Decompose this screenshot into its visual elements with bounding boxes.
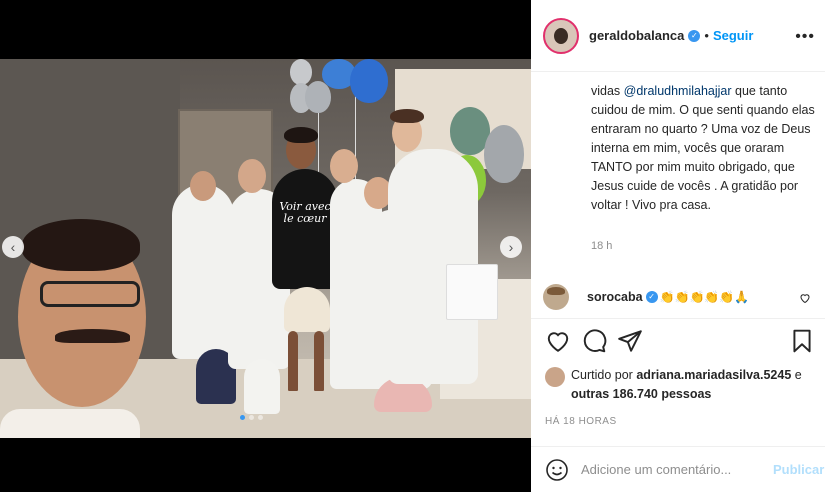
doctor-2-legs <box>244 359 280 414</box>
heart-icon[interactable] <box>545 328 571 354</box>
caption-text-start: vidas <box>591 84 624 98</box>
more-options-icon[interactable]: ••• <box>795 28 815 46</box>
post-caption: vidas @draludhmilahajjar que tanto cuido… <box>591 82 817 215</box>
balloon-blue <box>350 59 388 103</box>
patient-leg <box>314 331 324 391</box>
comment-avatar[interactable] <box>543 284 569 310</box>
patient-leg <box>288 331 298 391</box>
doctor-5-hair <box>390 109 424 123</box>
post-timestamp[interactable]: HÁ 18 HORAS <box>545 416 617 427</box>
doctor-1-head <box>190 171 216 201</box>
author-username[interactable]: geraldobalanca <box>589 28 684 43</box>
likes-summary: Curtido por adriana.mariadasilva.5245 e … <box>545 366 815 404</box>
bookmark-icon[interactable] <box>789 328 815 354</box>
doctor-3-head <box>330 149 358 183</box>
avatar[interactable] <box>543 17 579 54</box>
selfie-glasses <box>40 281 140 307</box>
chevron-left-icon[interactable]: ‹ <box>2 236 24 258</box>
balloon-silver <box>484 125 524 183</box>
chevron-right-icon[interactable]: › <box>500 236 522 258</box>
patient-shirt: Voir avec le cœur <box>272 169 338 289</box>
share-icon[interactable] <box>617 328 643 354</box>
post-media: Voir avec le cœur ‹ › <box>0 0 531 492</box>
divider <box>531 318 825 319</box>
patient-shorts <box>284 287 330 332</box>
likes-middle: e <box>791 368 802 382</box>
caption-text-rest: que tanto cuidou de mim. O que senti qua… <box>591 84 815 212</box>
follow-button[interactable]: Seguir <box>713 28 753 43</box>
comment-row: sorocaba ✓ 👏👏👏👏👏🙏 <box>543 282 819 312</box>
patient-hair <box>284 127 318 143</box>
doctor-2-head <box>238 159 266 193</box>
verified-icon: ✓ <box>688 29 701 42</box>
carousel-dot <box>258 415 263 420</box>
emoji-icon[interactable] <box>545 458 569 482</box>
comment-username[interactable]: sorocaba <box>587 290 643 304</box>
likes-others-link[interactable]: outras 186.740 pessoas <box>571 387 711 401</box>
post-actions <box>545 328 815 356</box>
comment-text: 👏👏👏👏👏🙏 <box>659 290 750 304</box>
carousel-dot <box>249 415 254 420</box>
post-photo[interactable]: Voir avec le cœur <box>0 59 531 438</box>
carousel-dot <box>240 415 245 420</box>
selfie-shirt <box>0 409 140 438</box>
likes-prefix: Curtido por <box>571 368 637 382</box>
paper-document <box>446 264 498 320</box>
publish-button[interactable]: Publicar <box>773 462 824 477</box>
caption-mention-link[interactable]: @draludhmilahajjar <box>624 84 732 98</box>
balloon-silver <box>290 59 312 85</box>
post-details-panel: geraldobalanca ✓ • Seguir ••• vidas @dra… <box>531 0 825 492</box>
comment-input[interactable] <box>581 462 761 477</box>
comment-icon[interactable] <box>581 328 607 354</box>
add-comment-bar: Publicar <box>531 446 825 492</box>
post-header: geraldobalanca ✓ • Seguir ••• <box>531 0 825 72</box>
likes-text: Curtido por adriana.mariadasilva.5245 e … <box>571 366 815 404</box>
selfie-mustache <box>55 329 130 343</box>
doctor-1 <box>172 184 234 359</box>
liker-avatar[interactable] <box>545 367 565 387</box>
liker-username[interactable]: adriana.mariadasilva.5245 <box>636 368 791 382</box>
shirt-text: Voir avec le cœur <box>279 200 331 225</box>
header-separator: • <box>704 28 709 43</box>
comment-like-heart-icon[interactable] <box>799 292 811 304</box>
selfie-hair <box>22 219 140 271</box>
caption-age: 18 h <box>591 240 613 252</box>
carousel-dots <box>240 415 263 420</box>
verified-icon: ✓ <box>645 291 658 303</box>
